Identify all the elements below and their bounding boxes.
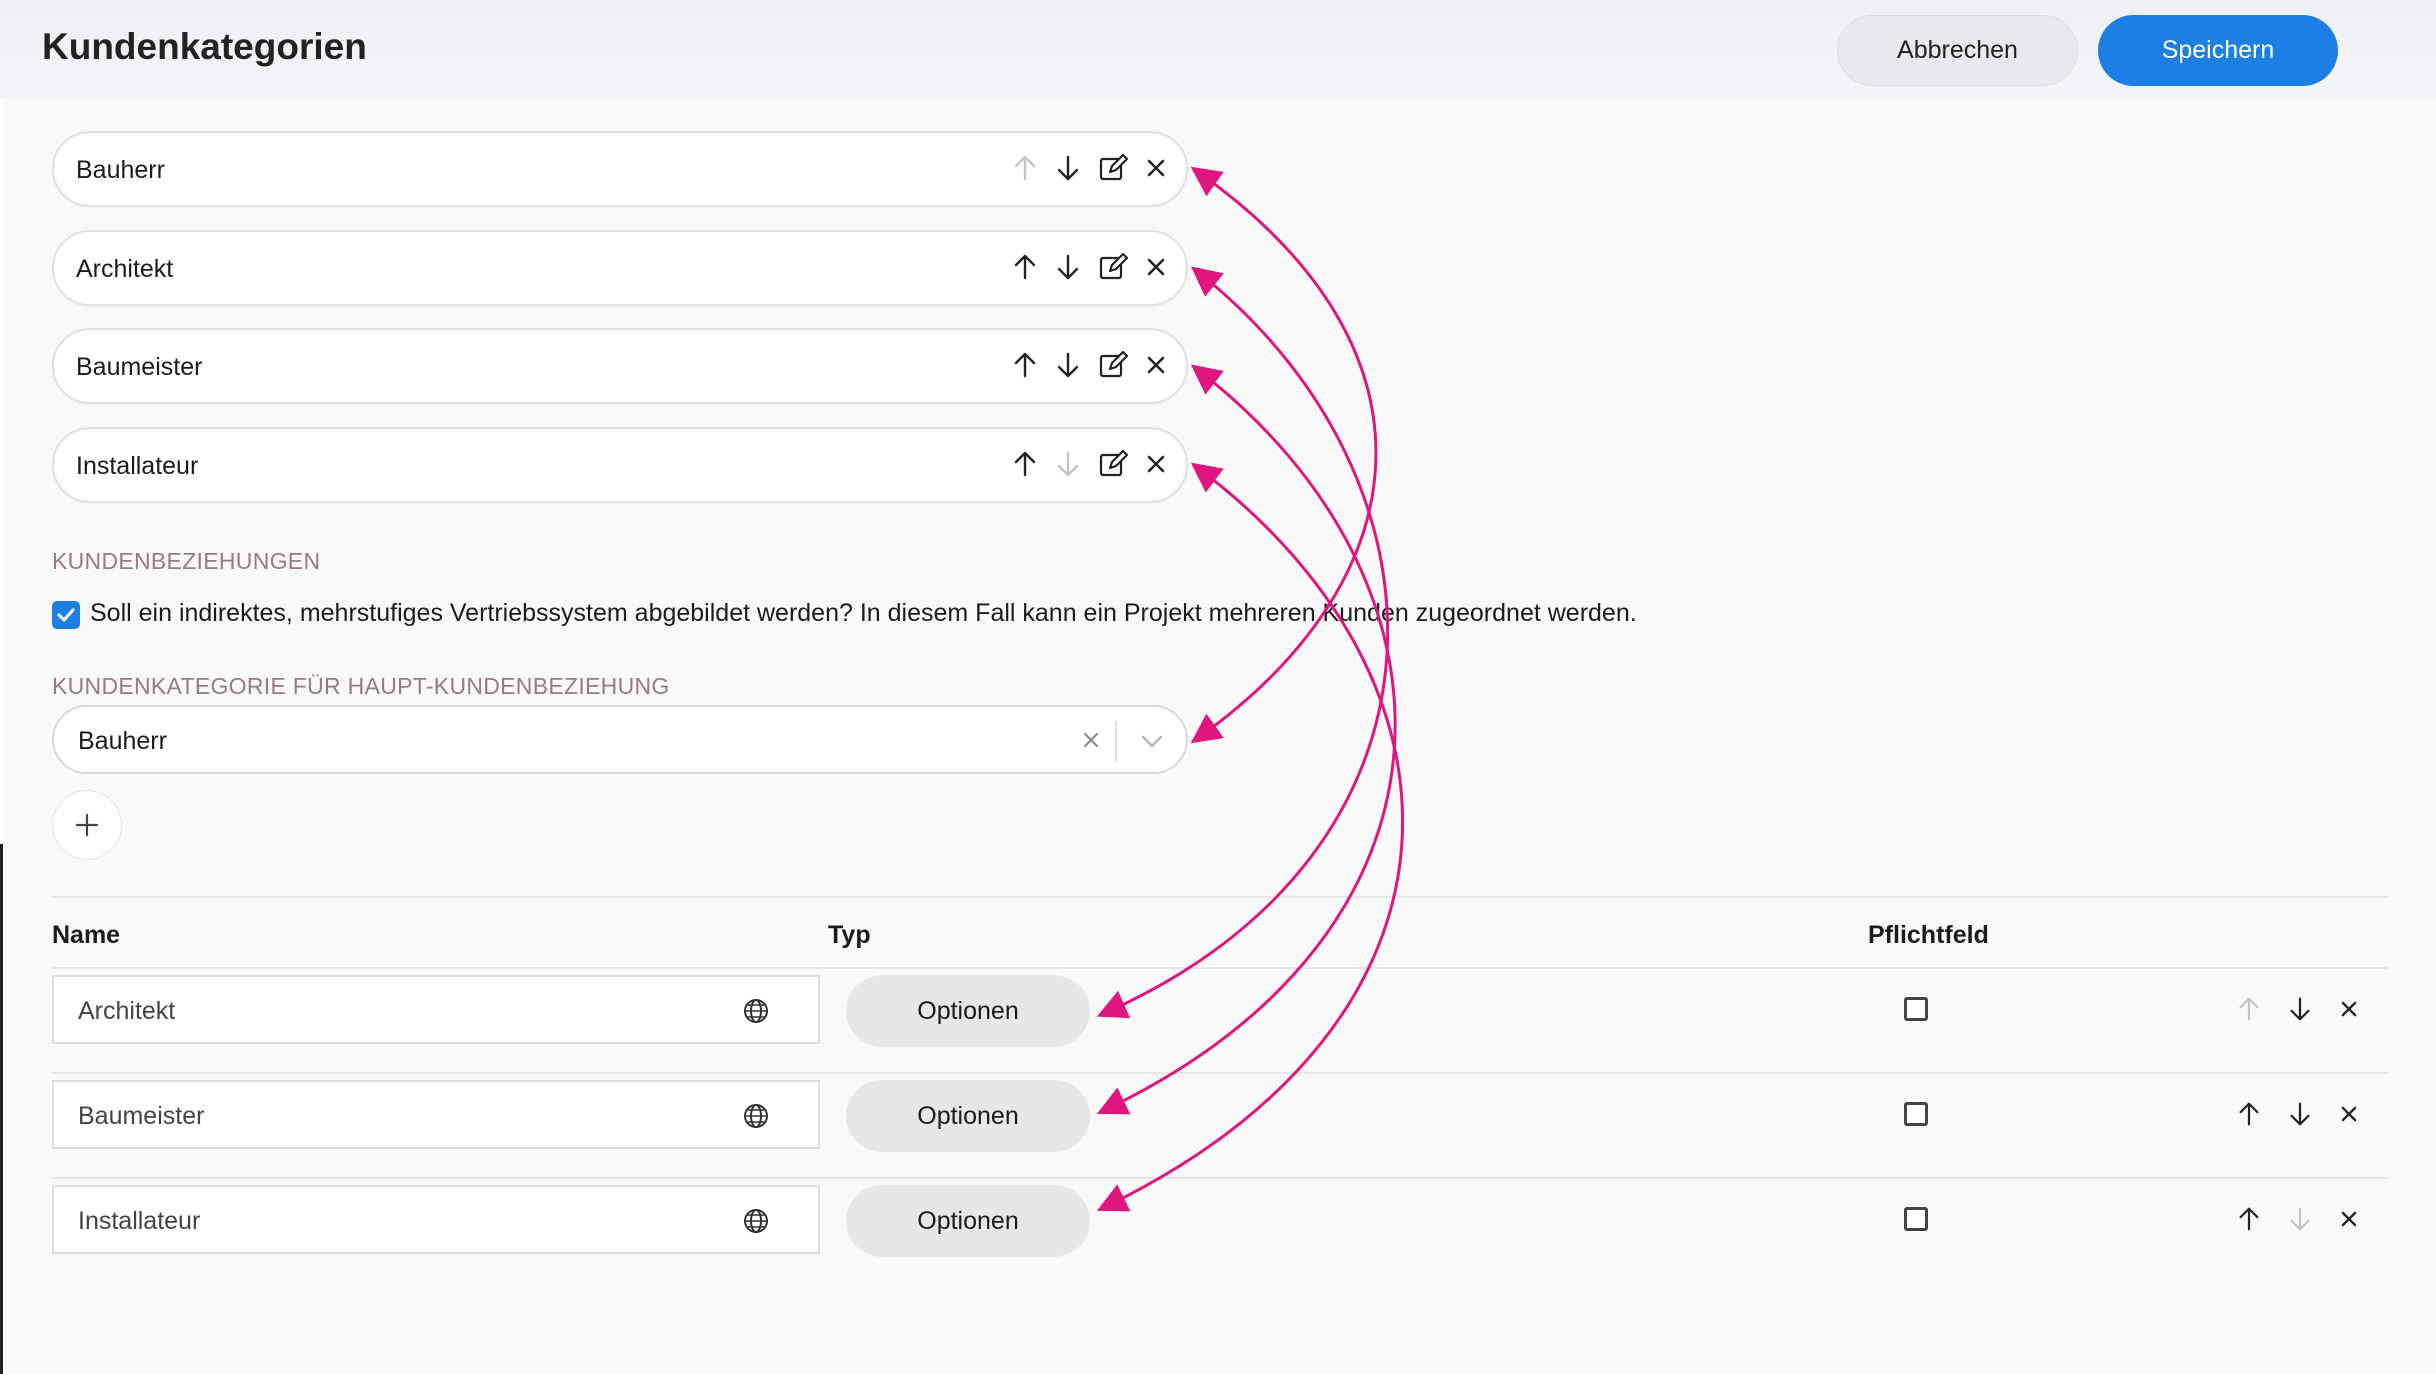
plus-icon [75,813,99,837]
arrow-up-icon[interactable] [1010,252,1040,282]
table-divider [52,896,2388,898]
window-edge [0,844,3,1374]
required-checkbox[interactable] [1904,997,1928,1021]
category-label: Bauherr [76,156,165,184]
options-button[interactable]: Optionen [846,1185,1090,1257]
category-label: Architekt [76,255,174,283]
annotation-arrow [1096,462,1405,1212]
column-header-required: Pflichtfeld [1868,921,1989,949]
name-field[interactable]: Installateur [52,1185,820,1254]
name-value: Baumeister [78,1102,205,1130]
row-divider [52,1072,2388,1074]
arrow-down-icon[interactable] [2286,1100,2314,1128]
arrow-down-icon[interactable] [1053,252,1083,282]
arrow-down-icon[interactable] [2286,1205,2314,1233]
category-item: Bauherr [52,131,1188,207]
header-bar: Kundenkategorien Abbrechen Speichern [0,0,2436,99]
clear-icon[interactable] [1079,728,1103,752]
chevron-down-icon[interactable] [1139,728,1165,754]
name-field[interactable]: Architekt [52,975,820,1044]
arrow-up-icon[interactable] [1010,153,1040,183]
table-divider [52,967,2388,969]
arrow-down-icon[interactable] [2286,995,2314,1023]
left-edge [0,99,4,844]
column-header-type: Typ [828,921,871,949]
delete-icon[interactable] [2336,1206,2362,1232]
checkmark-icon [57,608,75,622]
row-divider [52,1177,2388,1179]
delete-icon[interactable] [1141,252,1171,282]
arrow-up-icon[interactable] [1010,350,1040,380]
name-field[interactable]: Baumeister [52,1080,820,1149]
globe-icon[interactable] [742,1207,770,1235]
name-value: Installateur [78,1207,201,1235]
annotation-arrow [1190,166,1378,744]
arrow-up-icon[interactable] [1010,449,1040,479]
arrow-down-icon[interactable] [1053,449,1083,479]
arrow-up-icon[interactable] [2235,995,2263,1023]
edit-icon[interactable] [1098,350,1128,380]
main-category-value: Bauherr [78,727,167,755]
edit-icon[interactable] [1098,153,1128,183]
page-title: Kundenkategorien [42,26,367,67]
save-button[interactable]: Speichern [2098,15,2338,86]
arrow-up-icon[interactable] [2235,1205,2263,1233]
delete-icon[interactable] [1141,449,1171,479]
category-item: Baumeister [52,328,1188,404]
category-label: Installateur [76,452,199,480]
edit-icon[interactable] [1098,252,1128,282]
options-button[interactable]: Optionen [846,1080,1090,1152]
select-divider [1115,721,1117,761]
name-value: Architekt [78,997,176,1025]
arrow-down-icon[interactable] [1053,153,1083,183]
delete-icon[interactable] [2336,996,2362,1022]
multi-level-checkbox-label: Soll ein indirektes, mehrstufiges Vertri… [90,599,1637,627]
options-button[interactable]: Optionen [846,975,1090,1047]
edit-icon[interactable] [1098,449,1128,479]
required-checkbox[interactable] [1904,1207,1928,1231]
relations-section-title: KUNDENBEZIEHUNGEN [52,548,321,574]
delete-icon[interactable] [1141,153,1171,183]
main-category-select[interactable]: Bauherr [52,705,1188,774]
arrow-up-icon[interactable] [2235,1100,2263,1128]
main-category-label: KUNDENKATEGORIE FÜR HAUPT-KUNDENBEZIEHUN… [52,673,670,699]
column-header-name: Name [52,921,121,949]
add-button[interactable] [52,790,122,860]
category-label: Baumeister [76,353,203,381]
globe-icon[interactable] [742,1102,770,1130]
delete-icon[interactable] [2336,1101,2362,1127]
category-item: Architekt [52,230,1188,306]
cancel-button[interactable]: Abbrechen [1837,15,2078,86]
globe-icon[interactable] [742,997,770,1025]
arrow-down-icon[interactable] [1053,350,1083,380]
multi-level-checkbox[interactable] [52,601,80,629]
required-checkbox[interactable] [1904,1102,1928,1126]
category-item: Installateur [52,427,1188,503]
delete-icon[interactable] [1141,350,1171,380]
